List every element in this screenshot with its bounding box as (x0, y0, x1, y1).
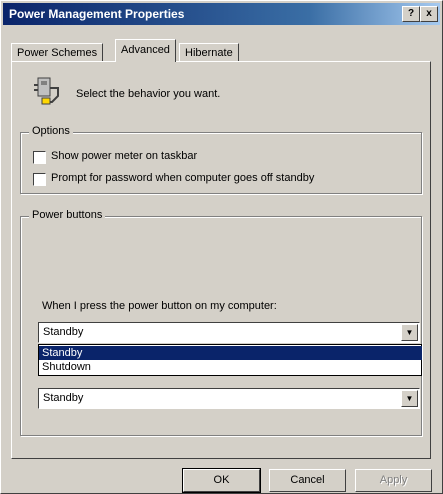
prompt-password-label[interactable]: Prompt for password when computer goes o… (51, 172, 314, 184)
close-button[interactable]: x (420, 6, 438, 22)
power-button-action-value: Standby (43, 326, 84, 338)
title-bar[interactable]: Power Management Properties ? x (3, 3, 440, 25)
list-item-standby[interactable]: Standby (39, 346, 422, 360)
list-item-shutdown[interactable]: Shutdown (39, 360, 422, 374)
chevron-down-icon[interactable]: ▼ (401, 324, 418, 341)
power-management-dialog: Power Management Properties ? x Power Sc… (0, 0, 443, 494)
power-buttons-legend: Power buttons (29, 209, 106, 221)
sleep-button-action-dropdown[interactable]: Standby ▼ (38, 388, 420, 409)
apply-button[interactable]: Apply (355, 469, 432, 492)
tab-hibernate[interactable]: Hibernate (179, 43, 239, 62)
power-button-options-list[interactable]: Standby Shutdown (38, 344, 422, 376)
options-legend: Options (29, 125, 73, 137)
prompt-password-checkbox[interactable] (33, 173, 46, 186)
advanced-panel: Select the behavior you want. Options Sh… (11, 61, 431, 459)
show-power-meter-label[interactable]: Show power meter on taskbar (51, 150, 197, 162)
window-title: Power Management Properties (9, 7, 185, 21)
show-power-meter-checkbox[interactable] (33, 151, 46, 164)
header-text: Select the behavior you want. (76, 88, 221, 100)
ok-button[interactable]: OK (182, 468, 261, 493)
power-button-action-dropdown[interactable]: Standby ▼ (38, 322, 420, 343)
sleep-button-action-value: Standby (43, 392, 84, 404)
tab-advanced[interactable]: Advanced (115, 39, 176, 62)
power-button-prompt: When I press the power button on my comp… (42, 300, 277, 312)
help-button[interactable]: ? (402, 6, 420, 22)
cancel-button[interactable]: Cancel (269, 469, 346, 492)
power-plug-icon (34, 77, 59, 105)
chevron-down-icon[interactable]: ▼ (401, 390, 418, 407)
options-group: Options Show power meter on taskbar Prom… (20, 125, 422, 194)
tab-power-schemes[interactable]: Power Schemes (11, 43, 104, 62)
